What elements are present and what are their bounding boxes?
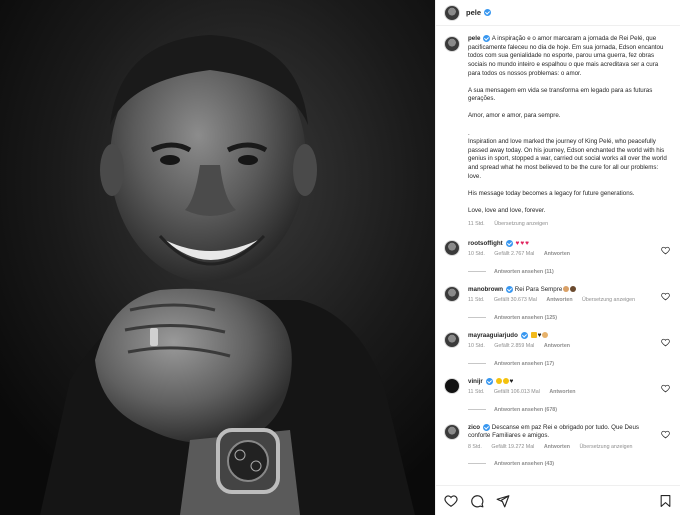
praying-hands-emoji-icon <box>542 331 549 338</box>
crying-face-emoji-icon <box>502 377 509 384</box>
heart-icon[interactable] <box>444 494 458 508</box>
comment-like-heart-icon[interactable] <box>661 384 670 393</box>
post-sidebar: pele pele A inspiração e o amor marcaram… <box>435 0 680 515</box>
comment-item: vinijr ♥ 11 Std. Gefällt 106.013 Mal Ant… <box>444 377 672 397</box>
comment-likes[interactable]: Gefällt 2.859 Mal <box>494 343 534 349</box>
post-action-bar <box>436 485 680 515</box>
comment-likes[interactable]: Gefällt 2.767 Mal <box>494 251 534 257</box>
comment-text: Rei Para Sempre <box>514 285 563 293</box>
comment-like-heart-icon[interactable] <box>661 430 670 439</box>
crown-emoji-icon <box>530 331 537 338</box>
avatar[interactable] <box>444 377 460 394</box>
smiling-face-emoji-icon <box>495 377 502 384</box>
bookmark-icon[interactable] <box>659 494 672 508</box>
verified-badge-icon <box>483 35 491 42</box>
comment-like-heart-icon[interactable] <box>661 338 670 347</box>
comment-username[interactable]: mayraaguiarjudo <box>468 332 518 339</box>
comment-time[interactable]: 10 Std. <box>468 343 485 349</box>
comment-likes[interactable]: Gefällt 106.013 Mal <box>494 389 540 395</box>
caption-text-pt: A inspiração e o amor marcaram a jornada… <box>468 35 664 77</box>
comment-icon[interactable] <box>470 494 484 508</box>
comment-username[interactable]: rootsoffight <box>468 240 503 247</box>
verified-badge-icon <box>505 239 513 247</box>
avatar[interactable] <box>444 36 460 52</box>
avatar[interactable] <box>444 285 460 302</box>
caption-text-en: Inspiration and love marked the journey … <box>468 138 667 180</box>
reply-button[interactable]: Antworten <box>544 444 570 450</box>
verified-badge-icon <box>485 377 493 385</box>
comment-username[interactable]: zico <box>468 424 480 431</box>
comment-like-heart-icon[interactable] <box>661 246 670 255</box>
comment-likes[interactable]: Gefällt 30.673 Mal <box>494 297 537 303</box>
comment-likes[interactable]: Gefällt 19.272 Mal <box>491 444 534 450</box>
post-caption: pele A inspiração e o amor marcaram a jo… <box>444 27 672 229</box>
reply-button[interactable]: Antworten <box>546 297 572 303</box>
view-replies-button[interactable]: Antworten ansehen (11) <box>468 269 672 275</box>
see-translation-link[interactable]: Übersetzung anzeigen <box>582 297 635 303</box>
avatar[interactable] <box>444 331 460 348</box>
fist-emoji-icon <box>570 285 577 292</box>
see-translation-link[interactable]: Übersetzung anzeigen <box>494 221 548 227</box>
comment-username[interactable]: manobrown <box>468 286 503 293</box>
view-replies-button[interactable]: Antworten ansehen (43) <box>468 461 672 467</box>
reply-button[interactable]: Antworten <box>549 389 575 395</box>
caption-amor-pt: Amor, amor e amor, para sempre. <box>468 112 561 120</box>
post-photo[interactable] <box>0 0 435 515</box>
comment-item: zico Descanse em paz Rei e obrigado por … <box>444 423 672 451</box>
caption-username[interactable]: pele <box>468 35 480 42</box>
verified-badge-icon <box>520 331 528 339</box>
reply-button[interactable]: Antworten <box>544 251 570 257</box>
avatar[interactable] <box>444 4 460 21</box>
comment-item: manobrown Rei Para Sempre 11 Std. Gefäll… <box>444 285 672 305</box>
view-replies-button[interactable]: Antworten ansehen (678) <box>468 407 672 413</box>
comment-time[interactable]: 11 Std. <box>468 297 484 303</box>
post-username[interactable]: pele <box>466 8 481 17</box>
verified-badge-icon <box>484 9 492 16</box>
comment-item: mayraaguiarjudo ♥ 10 Std. Gefällt 2.859 … <box>444 331 672 351</box>
caption-separator: . <box>468 129 470 137</box>
post-header: pele <box>436 0 680 26</box>
comment-like-heart-icon[interactable] <box>661 292 670 301</box>
avatar[interactable] <box>444 423 460 440</box>
caption-legacy-pt: A sua mensagem em vida se transforma em … <box>468 86 653 103</box>
caption-love-en: Love, love and love, forever. <box>468 207 546 215</box>
avatar[interactable] <box>444 239 460 256</box>
comment-time[interactable]: 10 Std. <box>468 251 485 257</box>
comment-time[interactable]: 8 Std. <box>468 444 482 450</box>
praying-hands-emoji-icon <box>563 285 570 292</box>
caption-legacy-en: His message today becomes a legacy for f… <box>468 189 635 197</box>
portrait-image <box>0 0 435 515</box>
comment-item: rootsoffight ♥♥♥ 10 Std. Gefällt 2.767 M… <box>444 239 672 259</box>
reply-button[interactable]: Antworten <box>544 343 570 349</box>
comment-text: Descanse em paz Rei e obrigado por tudo.… <box>468 423 639 440</box>
comments-scroll-area[interactable]: pele A inspiração e o amor marcaram a jo… <box>436 27 680 485</box>
hearts-emoji-icon: ♥♥♥ <box>515 239 530 247</box>
black-heart-emoji-icon: ♥ <box>509 377 514 385</box>
post-timestamp[interactable]: 11 Std. <box>468 221 485 227</box>
comment-username[interactable]: vinijr <box>468 378 483 385</box>
verified-badge-icon <box>506 285 514 293</box>
verified-badge-icon <box>483 423 491 431</box>
view-replies-button[interactable]: Antworten ansehen (125) <box>468 315 672 321</box>
black-heart-emoji-icon: ♥ <box>537 331 542 339</box>
comment-time[interactable]: 11 Std. <box>468 389 484 395</box>
see-translation-link[interactable]: Übersetzung anzeigen <box>579 444 632 450</box>
view-replies-button[interactable]: Antworten ansehen (17) <box>468 361 672 367</box>
share-icon[interactable] <box>496 494 510 508</box>
